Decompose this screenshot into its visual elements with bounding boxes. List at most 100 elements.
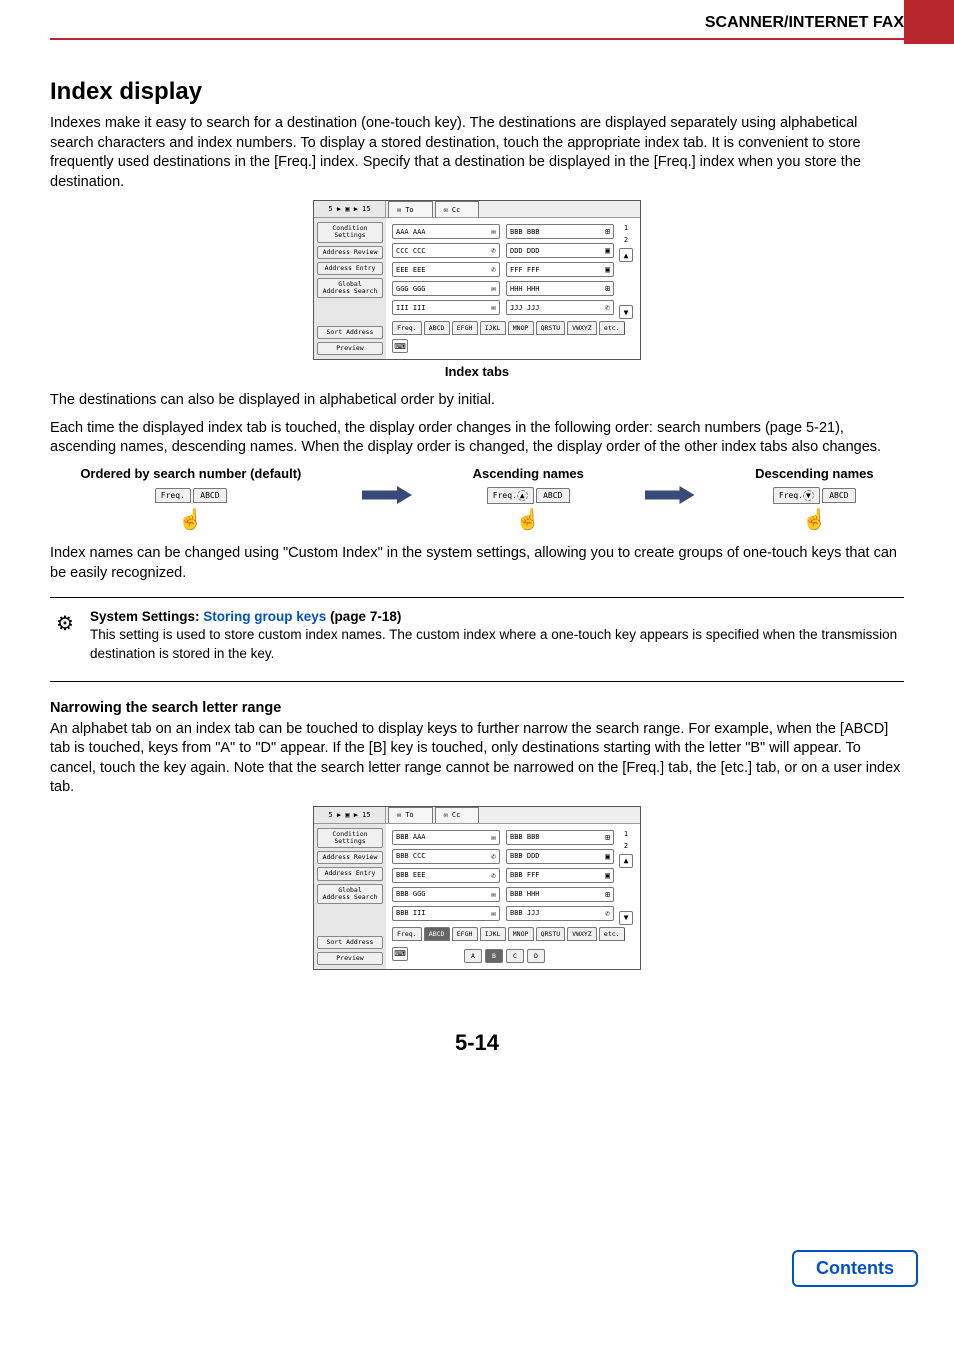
- note-header-a: System Settings:: [90, 609, 203, 624]
- destination[interactable]: BBB III✉: [392, 906, 500, 921]
- scroll-up-button[interactable]: ▲: [619, 854, 633, 868]
- condition-settings-button[interactable]: Condition Settings: [317, 222, 383, 242]
- para-custom-index: Index names can be changed using "Custom…: [50, 544, 904, 583]
- contents-button[interactable]: Contents: [792, 1250, 918, 1287]
- section-header: SCANNER/INTERNET FAX: [50, 0, 954, 40]
- scroll-down-button[interactable]: ▼: [619, 911, 633, 925]
- index-tab-ijkl[interactable]: IJKL: [480, 927, 506, 941]
- preview-button[interactable]: Preview: [317, 952, 383, 965]
- narrowing-paragraph: An alphabet tab on an index tab can be t…: [50, 720, 904, 798]
- mail-icon: ✉: [491, 303, 496, 312]
- keyboard-icon[interactable]: ⌨: [392, 339, 408, 353]
- index-tab-freq[interactable]: Freq.: [392, 927, 422, 941]
- index-tab-vwxyz[interactable]: VWXYZ: [567, 321, 597, 335]
- index-tab-etc[interactable]: etc.: [599, 321, 625, 335]
- mini-tab-abcd[interactable]: ABCD: [822, 488, 856, 503]
- mail-icon: ✉: [491, 833, 496, 842]
- index-tabs-caption: Index tabs: [50, 364, 904, 379]
- mini-tab-freq[interactable]: Freq.▼: [773, 487, 820, 504]
- mail-icon: ✉: [491, 890, 496, 899]
- note-rule-bottom: [50, 681, 904, 682]
- destination[interactable]: AAA AAA✉: [392, 224, 500, 239]
- destination[interactable]: BBB JJJ✆: [506, 906, 614, 921]
- preview-button[interactable]: Preview: [317, 342, 383, 355]
- address-review-button[interactable]: Address Review: [317, 246, 383, 259]
- header-red-block: [904, 0, 954, 44]
- letter-d-button[interactable]: D: [527, 949, 545, 963]
- gear-icon: ⚙: [50, 608, 80, 638]
- hand-icon: ☝: [755, 507, 874, 532]
- destination[interactable]: HHH HHH⊞: [506, 281, 614, 296]
- hand-icon: ☝: [80, 507, 301, 532]
- screenshot-index-display: 5 ▶ ▣ ▶ 15 ✉To ✉Cc Condition Settings Ad…: [313, 200, 641, 360]
- keyboard-icon[interactable]: ⌨: [392, 947, 408, 961]
- letter-c-button[interactable]: C: [506, 949, 524, 963]
- destination[interactable]: DDD DDD▣: [506, 243, 614, 258]
- cc-tab[interactable]: ✉Cc: [435, 201, 480, 217]
- destination[interactable]: BBB FFF▣: [506, 868, 614, 883]
- screenshot-narrowing: 5 ▶ ▣ ▶ 15 ✉To ✉Cc Condition Settings Ad…: [313, 806, 641, 970]
- mini-tab-freq[interactable]: Freq.: [155, 488, 191, 503]
- index-tab-mnop[interactable]: MNOP: [508, 927, 534, 941]
- order-examples: Ordered by search number (default) Freq.…: [50, 466, 904, 532]
- mini-tab-abcd[interactable]: ABCD: [193, 488, 227, 503]
- note-header-b: (page 7-18): [326, 609, 401, 624]
- mail-icon: ✉: [491, 284, 496, 293]
- narrowing-heading: Narrowing the search letter range: [50, 700, 904, 716]
- condition-settings-button[interactable]: Condition Settings: [317, 828, 383, 848]
- index-tab-efgh[interactable]: EFGH: [452, 321, 478, 335]
- index-tab-mnop[interactable]: MNOP: [508, 321, 534, 335]
- index-tab-ijkl[interactable]: IJKL: [480, 321, 506, 335]
- phone-icon: ✆: [491, 265, 496, 274]
- mini-tab-abcd[interactable]: ABCD: [536, 488, 570, 503]
- index-tab-qrstu[interactable]: QRSTU: [536, 927, 566, 941]
- destination[interactable]: JJJ JJJ✆: [506, 300, 614, 315]
- to-tab[interactable]: ✉To: [388, 201, 433, 217]
- sort-address-button[interactable]: Sort Address: [317, 936, 383, 949]
- note-body: This setting is used to store custom ind…: [90, 626, 904, 662]
- note-link[interactable]: Storing group keys: [203, 609, 326, 624]
- destination[interactable]: CCC CCC✆: [392, 243, 500, 258]
- destination[interactable]: BBB BBB⊞: [506, 830, 614, 845]
- index-tab-etc[interactable]: etc.: [599, 927, 625, 941]
- cc-tab[interactable]: ✉Cc: [435, 807, 480, 823]
- destination[interactable]: BBB EEE✆: [392, 868, 500, 883]
- destination[interactable]: BBB AAA✉: [392, 830, 500, 845]
- letter-a-button[interactable]: A: [464, 949, 482, 963]
- page-title: Index display: [50, 78, 904, 106]
- mail-icon: ✉: [491, 227, 496, 236]
- destination[interactable]: III III✉: [392, 300, 500, 315]
- phone-icon: ✆: [605, 909, 610, 918]
- index-tab-abcd[interactable]: ABCD: [424, 321, 450, 335]
- index-tab-vwxyz[interactable]: VWXYZ: [567, 927, 597, 941]
- phone-icon: ✆: [491, 852, 496, 861]
- page-indicator: 5 ▶ ▣ ▶ 15: [314, 201, 386, 217]
- index-tab-abcd[interactable]: ABCD: [424, 927, 450, 941]
- address-entry-button[interactable]: Address Entry: [317, 262, 383, 275]
- sort-address-button[interactable]: Sort Address: [317, 326, 383, 339]
- scroll-down-button[interactable]: ▼: [619, 305, 633, 319]
- scroll-up-button[interactable]: ▲: [619, 248, 633, 262]
- destination[interactable]: FFF FFF▣: [506, 262, 614, 277]
- destination[interactable]: EEE EEE✆: [392, 262, 500, 277]
- index-tab-efgh[interactable]: EFGH: [452, 927, 478, 941]
- address-entry-button[interactable]: Address Entry: [317, 867, 383, 880]
- destination[interactable]: BBB DDD▣: [506, 849, 614, 864]
- destination[interactable]: BBB BBB⊞: [506, 224, 614, 239]
- global-address-search-button[interactable]: Global Address Search: [317, 884, 383, 904]
- destination[interactable]: BBB HHH⊞: [506, 887, 614, 902]
- letter-b-button[interactable]: B: [485, 949, 503, 963]
- folder-icon: ▣: [605, 265, 610, 274]
- global-address-search-button[interactable]: Global Address Search: [317, 278, 383, 298]
- page-number: 5-14: [50, 1030, 904, 1056]
- index-tab-freq[interactable]: Freq.: [392, 321, 422, 335]
- page-1: 1: [624, 830, 628, 838]
- address-review-button[interactable]: Address Review: [317, 851, 383, 864]
- destination[interactable]: BBB GGG✉: [392, 887, 500, 902]
- index-tab-qrstu[interactable]: QRSTU: [536, 321, 566, 335]
- mini-tab-freq[interactable]: Freq.▲: [487, 487, 534, 504]
- to-tab[interactable]: ✉To: [388, 807, 433, 823]
- destination[interactable]: BBB CCC✆: [392, 849, 500, 864]
- page-indicator: 5 ▶ ▣ ▶ 15: [314, 807, 386, 823]
- destination[interactable]: GGG GGG✉: [392, 281, 500, 296]
